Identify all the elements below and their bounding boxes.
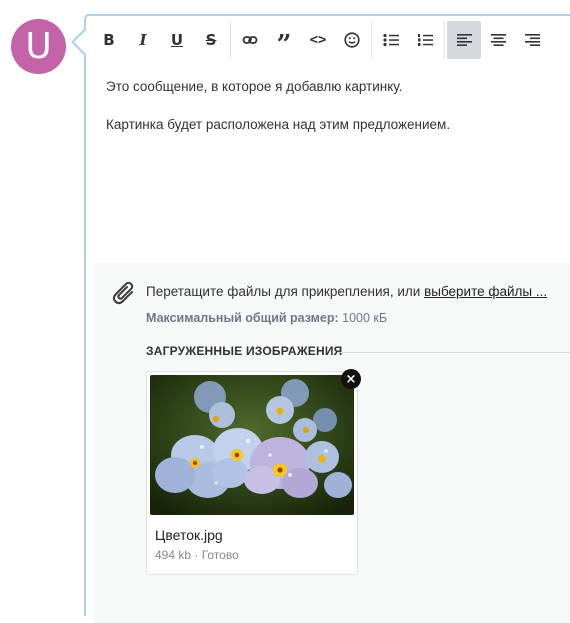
toolbar-divider — [230, 21, 231, 59]
link-button[interactable] — [233, 21, 267, 59]
numbered-list-button[interactable] — [408, 21, 442, 59]
formatting-toolbar: B I U S ” <> — [86, 20, 570, 60]
editor-pointer-fill — [74, 29, 87, 55]
align-left-button[interactable] — [447, 21, 481, 59]
smiley-icon — [344, 32, 360, 48]
attachments-panel[interactable]: Перетащите файлы для прикрепления, или в… — [94, 263, 570, 623]
toolbar-divider — [444, 21, 445, 59]
code-icon: <> — [309, 32, 327, 48]
uploaded-divider — [340, 352, 570, 353]
toolbar-divider — [371, 21, 372, 59]
close-icon: × — [345, 371, 357, 387]
numbered-list-icon — [418, 34, 433, 46]
bullet-list-icon — [383, 33, 399, 47]
file-name: Цветок.jpg — [155, 527, 223, 543]
file-meta: 494 kb · Готово — [155, 548, 239, 562]
max-size-label: Максимальный общий размер: — [146, 311, 339, 325]
message-line: Это сообщение, в которое я добавлю карти… — [106, 79, 403, 94]
underline-icon: U — [170, 31, 184, 49]
italic-button[interactable]: I — [126, 21, 160, 59]
image-card[interactable]: × Цветок.jpg 494 kb · Готово — [146, 369, 361, 575]
strikethrough-icon: S — [205, 31, 217, 49]
align-center-icon — [490, 34, 506, 46]
max-size-value: 1000 кБ — [338, 311, 388, 325]
choose-files-link[interactable]: выберите файлы ... — [424, 284, 547, 299]
code-button[interactable]: <> — [301, 21, 335, 59]
align-left-icon — [456, 34, 472, 46]
image-thumbnail[interactable] — [150, 375, 354, 515]
quote-icon: ” — [276, 30, 292, 60]
bold-icon: B — [103, 31, 115, 49]
drop-instructions: Перетащите файлы для прикрепления, или в… — [146, 284, 547, 299]
italic-icon: I — [139, 31, 147, 49]
quote-button[interactable]: ” — [267, 21, 301, 59]
underline-button[interactable]: U — [160, 21, 194, 59]
message-editor[interactable]: B I U S ” <> Это сообщение, в которое я — [84, 14, 570, 623]
max-size-info: Максимальный общий размер: 1000 кБ — [146, 311, 387, 325]
avatar: U — [11, 19, 66, 74]
remove-image-button[interactable]: × — [341, 369, 361, 389]
align-right-button[interactable] — [515, 21, 549, 59]
strikethrough-button[interactable]: S — [194, 21, 228, 59]
align-right-icon — [524, 34, 540, 46]
avatar-letter: U — [25, 26, 52, 67]
align-center-button[interactable] — [481, 21, 515, 59]
uploaded-images-title: ЗАГРУЖЕННЫЕ ИЗОБРАЖЕНИЯ — [146, 344, 343, 358]
link-icon — [242, 36, 258, 44]
bullet-list-button[interactable] — [374, 21, 408, 59]
emoji-button[interactable] — [335, 21, 369, 59]
message-line: Картинка будет расположена над этим пред… — [106, 117, 451, 132]
bold-button[interactable]: B — [92, 21, 126, 59]
paperclip-icon — [112, 279, 136, 310]
drop-text: Перетащите файлы для прикрепления, или — [146, 284, 425, 299]
